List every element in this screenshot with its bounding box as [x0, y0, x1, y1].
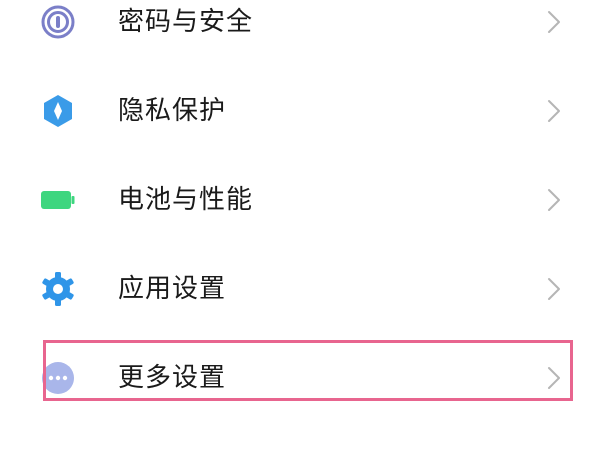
settings-item-label: 电池与性能 [118, 185, 254, 215]
settings-item-label: 应用设置 [118, 274, 227, 304]
settings-item-app-settings[interactable]: 应用设置 [0, 245, 600, 333]
fingerprint-icon [40, 4, 76, 40]
settings-item-label: 隐私保护 [118, 96, 227, 126]
battery-icon [40, 182, 76, 218]
gear-icon [40, 271, 76, 307]
chevron-right-icon [544, 186, 564, 214]
highlight-box [43, 340, 573, 401]
chevron-right-icon [544, 97, 564, 125]
privacy-shield-icon [40, 93, 76, 129]
settings-list: 密码与安全 隐私保护 电池与性能 应用设置 更多设置 [0, 0, 600, 450]
chevron-right-icon [544, 275, 564, 303]
chevron-right-icon [544, 8, 564, 36]
settings-item-password-security[interactable]: 密码与安全 [0, 0, 600, 66]
settings-item-privacy[interactable]: 隐私保护 [0, 67, 600, 155]
settings-item-label: 密码与安全 [118, 7, 254, 37]
settings-item-battery-performance[interactable]: 电池与性能 [0, 156, 600, 244]
